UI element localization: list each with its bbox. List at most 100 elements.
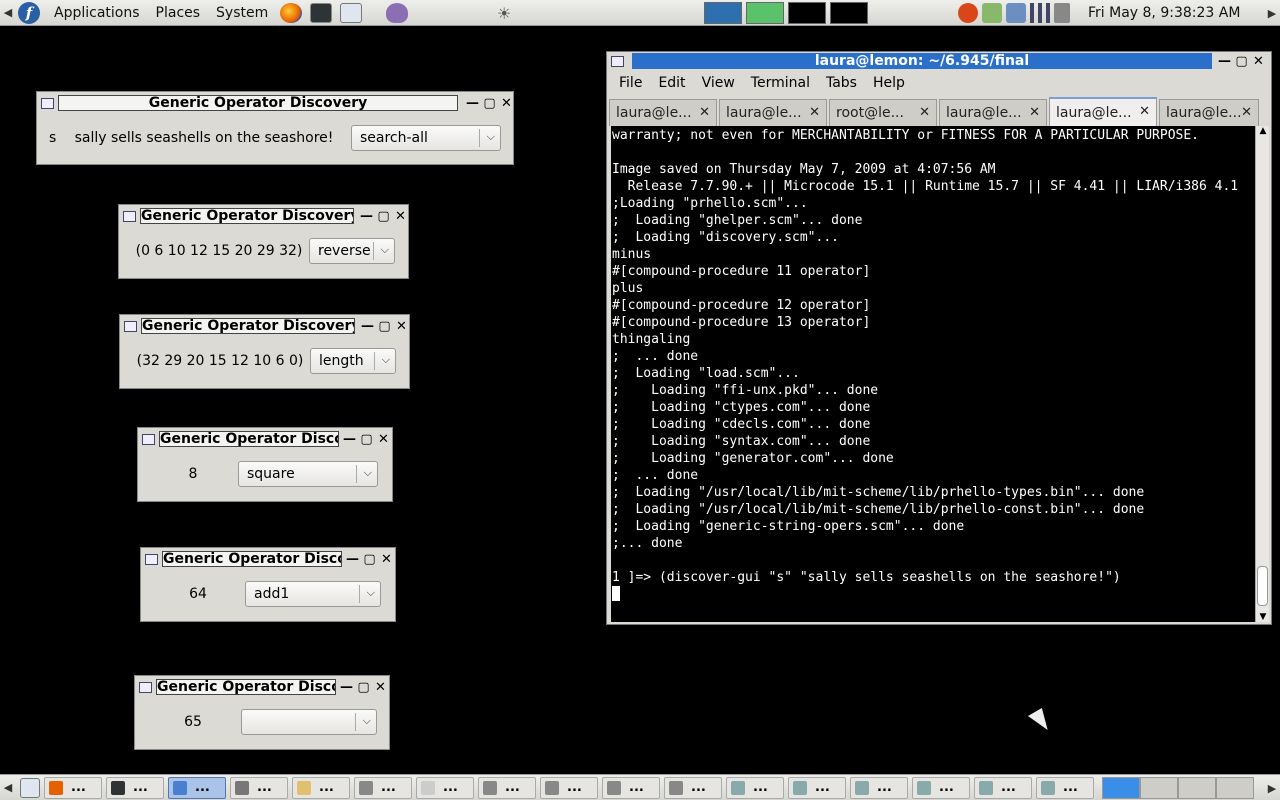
taskbar-button[interactable]: ... — [168, 776, 226, 799]
panel-left-arrow-icon[interactable]: ◀ — [0, 0, 16, 26]
workspace-3[interactable] — [788, 2, 826, 24]
close-icon[interactable]: ✕ — [372, 680, 389, 695]
network-status-icon[interactable] — [982, 3, 1002, 23]
menu-help[interactable]: Help — [865, 75, 913, 91]
taskbar-button[interactable]: ... — [44, 776, 102, 799]
terminal-tab-active[interactable]: laura@le... ✕ — [1049, 97, 1157, 126]
maximize-icon[interactable]: ▢ — [1233, 54, 1250, 69]
menu-file[interactable]: File — [611, 75, 650, 91]
firefox-launcher-icon[interactable] — [280, 2, 303, 23]
taskbar-button[interactable]: ... — [602, 776, 660, 799]
window-menu-icon[interactable] — [611, 55, 624, 67]
update-alert-icon[interactable] — [958, 3, 978, 23]
workspace-4[interactable] — [1216, 776, 1254, 799]
minimize-icon[interactable]: — — [338, 680, 355, 695]
clock[interactable]: Fri May 8, 9:38:23 AM — [1088, 5, 1240, 21]
operator-select[interactable]: reverse ⌵ — [309, 238, 395, 264]
editor-launcher-icon[interactable] — [340, 2, 363, 23]
minimize-icon[interactable]: — — [358, 209, 375, 224]
workspace-4[interactable] — [830, 2, 868, 24]
close-tab-icon[interactable]: ✕ — [809, 105, 820, 120]
scroll-down-icon[interactable]: ▼ — [1256, 612, 1270, 622]
operator-select[interactable]: length ⌵ — [310, 348, 396, 374]
terminal-scrollbar[interactable]: ▲ ▼ — [1255, 126, 1269, 622]
minimize-icon[interactable]: — — [359, 319, 376, 334]
workspace-1[interactable] — [1102, 776, 1140, 799]
terminal-titlebar[interactable]: laura@lemon: ~/6.945/final — ▢ ✕ — [607, 52, 1271, 70]
close-icon[interactable]: ✕ — [392, 209, 409, 224]
operator-select[interactable]: square ⌵ — [238, 461, 378, 487]
scroll-up-icon[interactable]: ▲ — [1256, 126, 1270, 136]
window-titlebar[interactable]: Generic Operator Discovery — ▢ ✕ — [119, 206, 408, 226]
workspace-switcher-bottom[interactable] — [1102, 776, 1254, 799]
taskbar-button[interactable]: ... — [106, 776, 164, 799]
close-icon[interactable]: ✕ — [378, 552, 395, 567]
window-titlebar[interactable]: Generic Operator Discovery — ▢ ✕ — [138, 429, 392, 449]
close-tab-icon[interactable]: ✕ — [919, 105, 930, 120]
minimize-icon[interactable]: — — [341, 432, 358, 447]
minimize-icon[interactable]: — — [344, 552, 361, 567]
close-icon[interactable]: ✕ — [375, 432, 392, 447]
maximize-icon[interactable]: ▢ — [481, 96, 498, 111]
terminal-tab[interactable]: laura@le... ✕ — [609, 99, 717, 126]
close-icon[interactable]: ✕ — [498, 96, 515, 111]
maximize-icon[interactable]: ▢ — [375, 209, 392, 224]
menu-edit[interactable]: Edit — [650, 75, 693, 91]
workspace-switcher[interactable] — [704, 2, 868, 24]
minimize-icon[interactable]: — — [464, 96, 481, 111]
terminal-prompt-line[interactable] — [612, 586, 1257, 603]
close-icon[interactable]: ✕ — [1250, 54, 1267, 69]
terminal-tab[interactable]: laura@le... ✕ — [939, 99, 1047, 126]
workspace-3[interactable] — [1178, 776, 1216, 799]
maximize-icon[interactable]: ▢ — [376, 319, 393, 334]
taskbar-button[interactable]: ... — [354, 776, 412, 799]
taskbar-button[interactable]: ... — [230, 776, 288, 799]
menu-system[interactable]: System — [208, 5, 276, 21]
workspace-2[interactable] — [746, 2, 784, 24]
panel-right-arrow-icon[interactable]: ▶ — [1264, 0, 1280, 26]
close-icon[interactable]: ✕ — [393, 319, 410, 334]
panel-left-arrow-icon[interactable]: ◀ — [0, 775, 16, 800]
brightness-applet-icon[interactable]: ☀ — [497, 4, 511, 23]
volume-muted-icon[interactable] — [1054, 3, 1070, 23]
taskbar-button[interactable]: ... — [664, 776, 722, 799]
window-menu-icon[interactable] — [123, 210, 136, 222]
terminal-output[interactable]: warranty; not even for MERCHANTABILITY o… — [611, 126, 1257, 622]
taskbar-button[interactable]: ... — [540, 776, 598, 799]
operator-select[interactable]: search-all ⌵ — [351, 125, 501, 151]
window-menu-icon[interactable] — [124, 320, 137, 332]
workspace-1[interactable] — [704, 2, 742, 24]
close-tab-icon[interactable]: ✕ — [1241, 105, 1252, 120]
taskbar-button[interactable]: ... — [726, 776, 784, 799]
terminal-launcher-icon[interactable] — [310, 2, 333, 23]
window-menu-icon[interactable] — [145, 553, 158, 565]
taskbar-button[interactable]: ... — [974, 776, 1032, 799]
operator-select[interactable]: ⌵ — [241, 709, 377, 735]
window-titlebar[interactable]: Generic Operator Discovery — ▢ ✕ — [135, 677, 389, 697]
taskbar-button[interactable]: ... — [292, 776, 350, 799]
signal-strength-icon[interactable] — [1030, 3, 1050, 23]
scrollbar-thumb[interactable] — [1257, 566, 1268, 606]
window-titlebar[interactable]: Generic Operator Discovery — ▢ ✕ — [141, 549, 395, 569]
workspace-2[interactable] — [1140, 776, 1178, 799]
window-menu-icon[interactable] — [41, 97, 54, 109]
fedora-logo-icon[interactable]: f — [18, 1, 40, 24]
terminal-tab[interactable]: laura@le... ✕ — [719, 99, 827, 126]
menu-view[interactable]: View — [694, 75, 743, 91]
window-menu-icon[interactable] — [142, 433, 155, 445]
close-tab-icon[interactable]: ✕ — [1139, 104, 1150, 119]
taskbar-button[interactable]: ... — [850, 776, 908, 799]
maximize-icon[interactable]: ▢ — [361, 552, 378, 567]
minimize-icon[interactable]: — — [1216, 54, 1233, 69]
menu-tabs[interactable]: Tabs — [818, 75, 865, 91]
pidgin-launcher-icon[interactable] — [386, 2, 409, 23]
maximize-icon[interactable]: ▢ — [358, 432, 375, 447]
network-manager-icon[interactable] — [1006, 3, 1026, 23]
taskbar-button[interactable]: ... — [912, 776, 970, 799]
taskbar-button[interactable]: ... — [788, 776, 846, 799]
window-titlebar[interactable]: Generic Operator Discovery — ▢ ✕ — [120, 316, 409, 336]
menu-applications[interactable]: Applications — [46, 5, 148, 21]
show-desktop-icon[interactable] — [20, 777, 40, 798]
menu-terminal[interactable]: Terminal — [743, 75, 818, 91]
terminal-tab[interactable]: laura@le... ✕ — [1159, 99, 1259, 126]
